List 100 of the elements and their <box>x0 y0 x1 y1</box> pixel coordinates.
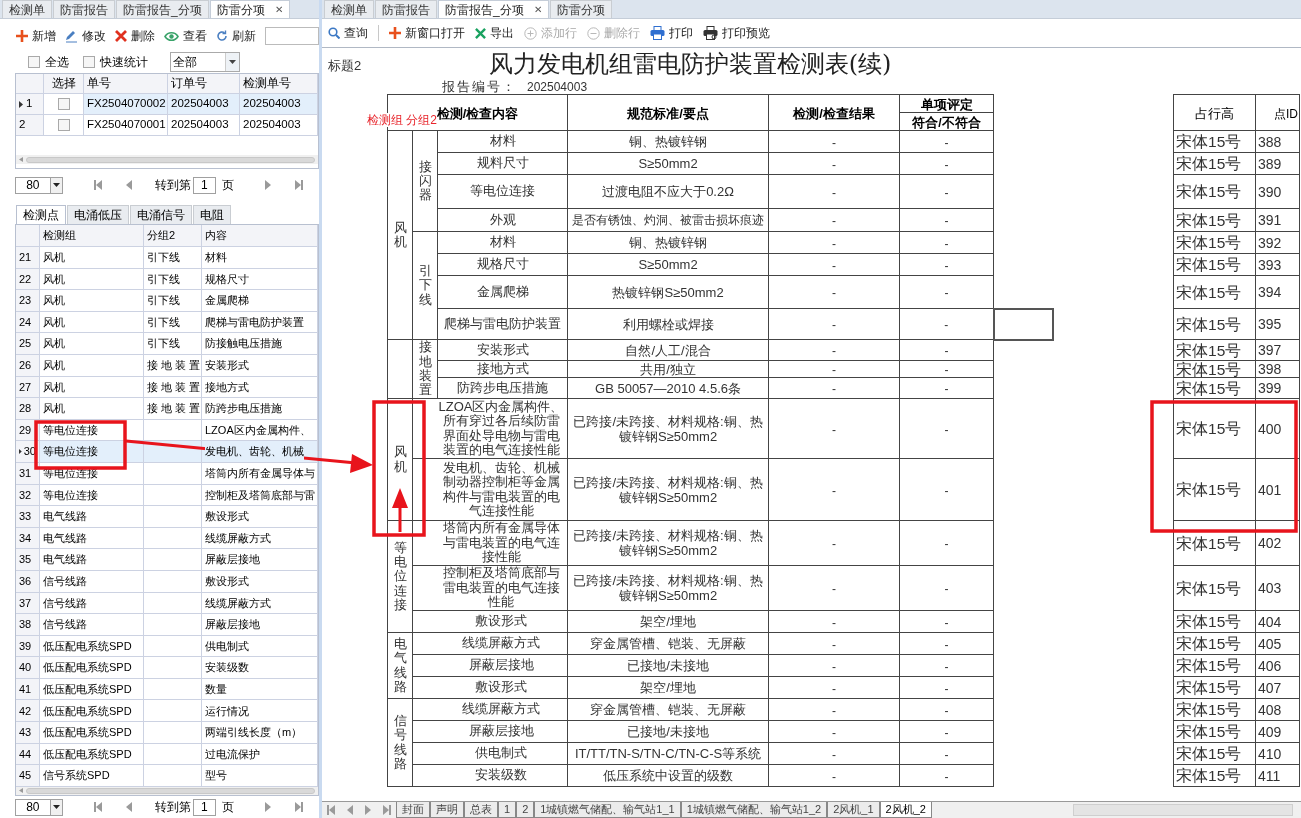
table-row[interactable]: 27 风机 接 地 装 置 接地方式 <box>16 376 318 399</box>
table-row[interactable]: 2 FX2504070001 202504003 202504003 <box>16 115 318 136</box>
tab[interactable]: 防雷报告_分项 <box>116 0 209 18</box>
toolbar-button[interactable]: 查询 <box>328 24 368 42</box>
group-label: 接闪器 <box>418 159 432 203</box>
page-size-dropdown[interactable]: 80 <box>15 798 63 816</box>
filter-dropdown[interactable]: 全部 <box>170 52 240 72</box>
tab[interactable]: 防雷分项 ✕ <box>209 0 290 18</box>
table-cell-text: 引下线 <box>147 293 180 309</box>
last-page-icon[interactable] <box>380 804 392 816</box>
page-input[interactable]: 1 <box>192 798 216 816</box>
toolbar-button[interactable]: 删除 <box>115 27 155 45</box>
printer-icon <box>703 26 718 40</box>
page-input[interactable]: 1 <box>192 176 216 194</box>
table-row[interactable]: 33 电气线路 敷设形式 <box>16 506 318 528</box>
sheet-tab[interactable]: 总表 <box>464 802 498 818</box>
table-cell: - <box>944 344 949 358</box>
table-row[interactable]: 26 风机 接 地 装 置 安装形式 <box>16 354 318 377</box>
table-row[interactable]: 32 等电位连接 控制柜及塔筒底部与雷 <box>16 484 318 507</box>
tab[interactable]: 防雷报告 <box>53 0 115 18</box>
table-row[interactable]: 41 低压配电系统SPD 数量 <box>16 678 318 701</box>
table-row[interactable]: 40 低压配电系统SPD 安装级数 <box>16 657 318 679</box>
tab[interactable]: 检测单 <box>2 0 52 18</box>
table-row[interactable]: 36 信号线路 敷设形式 <box>16 570 318 593</box>
row-number: 34 <box>19 530 32 546</box>
table-row[interactable]: 24 风机 引下线 爬梯与雷电防护装置 <box>16 311 318 334</box>
sheet-tab[interactable]: 1城镇燃气储配、输气站1_1 <box>534 802 681 818</box>
table-row[interactable]: 21 风机 引下线 材料 <box>16 247 318 269</box>
table-row[interactable]: 35 电气线路 屏蔽层接地 <box>16 549 318 571</box>
left-arrow-icon[interactable] <box>19 788 23 794</box>
first-page-icon[interactable] <box>326 804 338 816</box>
toolbar-button[interactable]: 修改 <box>65 27 106 45</box>
table-row[interactable]: 38 信号线路 屏蔽层接地 <box>16 614 318 636</box>
sheet-tab[interactable]: 2风机_1 <box>827 802 880 818</box>
table-row[interactable]: 45 信号系统SPD 型号 <box>16 765 318 787</box>
sheet-tab[interactable]: 1 <box>498 802 517 818</box>
tab[interactable]: 防雷报告 <box>375 0 437 18</box>
toolbar-button[interactable]: 查看 <box>164 27 207 45</box>
selected-cell[interactable] <box>993 308 1053 340</box>
page-size-dropdown[interactable]: 80 <box>15 176 63 194</box>
tab[interactable]: 检测点 <box>16 205 66 224</box>
first-page-icon[interactable] <box>92 179 105 191</box>
horizontal-scrollbar[interactable] <box>16 786 318 795</box>
table-row[interactable]: 44 低压配电系统SPD 过电流保护 <box>16 743 318 766</box>
sheet-tab[interactable]: 2 <box>516 802 535 818</box>
table-row[interactable]: 34 电气线路 线缆屏蔽方式 <box>16 527 318 550</box>
first-page-icon[interactable] <box>92 801 105 813</box>
plus-icon <box>16 30 28 42</box>
table-cell-text: 390 <box>1258 184 1283 199</box>
table-cell: - <box>832 363 837 377</box>
toolbar-button[interactable]: 刷新 <box>216 27 256 45</box>
tab[interactable]: 电涌低压 <box>67 205 129 224</box>
table-row[interactable]: 39 低压配电系统SPD 供电制式 <box>16 635 318 658</box>
horizontal-scrollbar[interactable] <box>16 155 318 164</box>
tab-label: 防雷报告 <box>60 1 108 19</box>
table-row[interactable]: 37 信号线路 线缆屏蔽方式 <box>16 592 318 615</box>
left-arrow-icon[interactable] <box>19 157 23 162</box>
toolbar-button[interactable]: 导出 <box>475 24 514 42</box>
table-row[interactable]: 22 风机 引下线 规格尺寸 <box>16 268 318 291</box>
table-cell-text: 风机 <box>43 250 65 266</box>
sheet-tab[interactable]: 封面 <box>396 802 430 818</box>
table-cell: 屏蔽层接地 <box>205 551 260 568</box>
last-page-icon[interactable] <box>292 801 304 813</box>
table-cell: 金属爬梯 <box>205 292 249 309</box>
table-cell-text: 风机 <box>43 336 65 352</box>
toolbar-button[interactable]: 新增 <box>16 27 56 45</box>
last-page-icon[interactable] <box>292 179 304 191</box>
table-cell-text: 403 <box>1258 581 1283 595</box>
close-icon[interactable]: ✕ <box>533 2 542 17</box>
tab-label: 防雷报告_分项 <box>123 1 202 19</box>
tab[interactable]: 电阻 <box>193 205 231 224</box>
checkbox[interactable] <box>57 119 70 131</box>
table-cell-text: 宋体15号 <box>1176 724 1243 739</box>
tab[interactable]: 防雷分项 <box>549 0 612 18</box>
table-cell: - <box>944 537 949 551</box>
pencil-icon <box>65 29 78 43</box>
table-row[interactable]: 25 风机 引下线 防接触电压措施 <box>16 333 318 355</box>
table-row[interactable]: 1 FX2504070002 202504003 202504003 <box>16 94 318 115</box>
tab[interactable]: 电涌信号 <box>130 205 192 224</box>
table-row[interactable]: 23 风机 引下线 金属爬梯 <box>16 290 318 312</box>
tab[interactable]: 检测单 <box>324 0 374 18</box>
sheet-tab[interactable]: 声明 <box>430 802 464 818</box>
horizontal-scrollbar[interactable] <box>1073 804 1293 816</box>
table-row[interactable]: 42 低压配电系统SPD 运行情况 <box>16 700 318 723</box>
table-cell-text: 架空/埋地 <box>639 614 697 629</box>
toolbar-button[interactable]: 打印预览 <box>703 24 770 42</box>
checkbox[interactable] <box>28 56 40 68</box>
close-icon[interactable]: ✕ <box>274 2 283 17</box>
table-row[interactable]: 43 低压配电系统SPD 两端引线长度（m） <box>16 722 318 744</box>
checkbox[interactable] <box>57 98 70 110</box>
toolbar-button[interactable]: 打印 <box>650 24 693 42</box>
toolbar-button[interactable]: 新窗口打开 <box>389 24 465 42</box>
tab[interactable]: 防雷报告_分项 ✕ <box>438 0 549 18</box>
checkbox[interactable] <box>83 56 95 68</box>
sheet-tab[interactable]: 2风机_2 <box>879 802 932 818</box>
table-cell-text: 低压配电系统SPD <box>43 703 132 719</box>
search-field[interactable] <box>265 27 319 45</box>
sheet-tab[interactable]: 1城镇燃气储配、输气站1_2 <box>680 802 828 818</box>
table-row[interactable]: 28 风机 接 地 装 置 防跨步电压措施 <box>16 398 318 420</box>
table-cell-text: 400 <box>1258 421 1283 436</box>
